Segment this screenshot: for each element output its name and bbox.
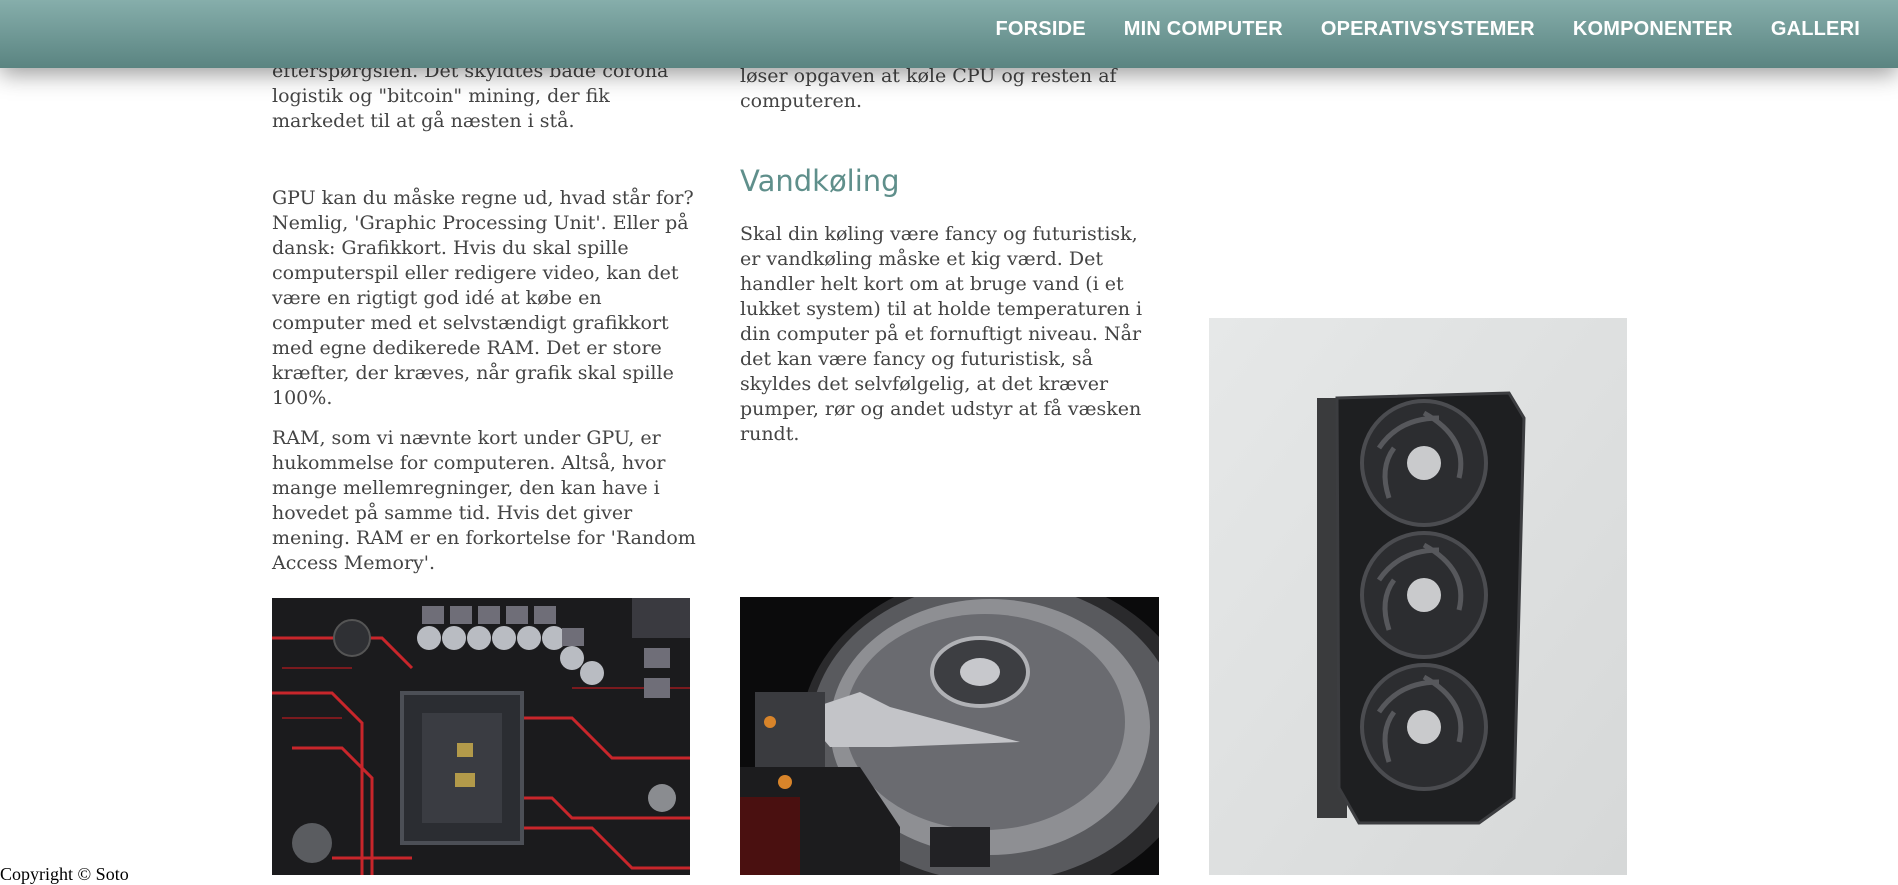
nav-link-min-computer[interactable]: MIN COMPUTER: [1124, 18, 1283, 41]
heading-vandkoling: Vandkøling: [740, 164, 900, 198]
top-navbar: FORSIDE MIN COMPUTER OPERATIVSYSTEMER KO…: [0, 0, 1898, 68]
graphics-card-image: [1209, 318, 1627, 875]
main-nav: FORSIDE MIN COMPUTER OPERATIVSYSTEMER KO…: [995, 0, 1860, 58]
hard-drive-image: [740, 597, 1159, 875]
nav-link-operativsystemer[interactable]: OPERATIVSYSTEMER: [1321, 18, 1535, 41]
footer-copyright: Copyright © Soto: [0, 864, 129, 884]
paragraph-vandkoling: Skal din køling være fancy og futuristis…: [740, 223, 1143, 445]
paragraph-cooling: løser opgaven at køle CPU og resten af c…: [740, 65, 1117, 112]
paragraph-gpu: GPU kan du måske regne ud, hvad står for…: [272, 187, 694, 409]
nav-link-galleri[interactable]: GALLERI: [1771, 18, 1860, 41]
nav-link-forside[interactable]: FORSIDE: [995, 18, 1085, 41]
paragraph-ram: RAM, som vi nævnte kort under GPU, er hu…: [272, 427, 696, 574]
nav-link-komponenter[interactable]: KOMPONENTER: [1573, 18, 1733, 41]
paragraph-market: efterspørgslen. Det skyldtes både corona…: [272, 60, 669, 132]
motherboard-cpu-socket-image: [272, 598, 690, 875]
